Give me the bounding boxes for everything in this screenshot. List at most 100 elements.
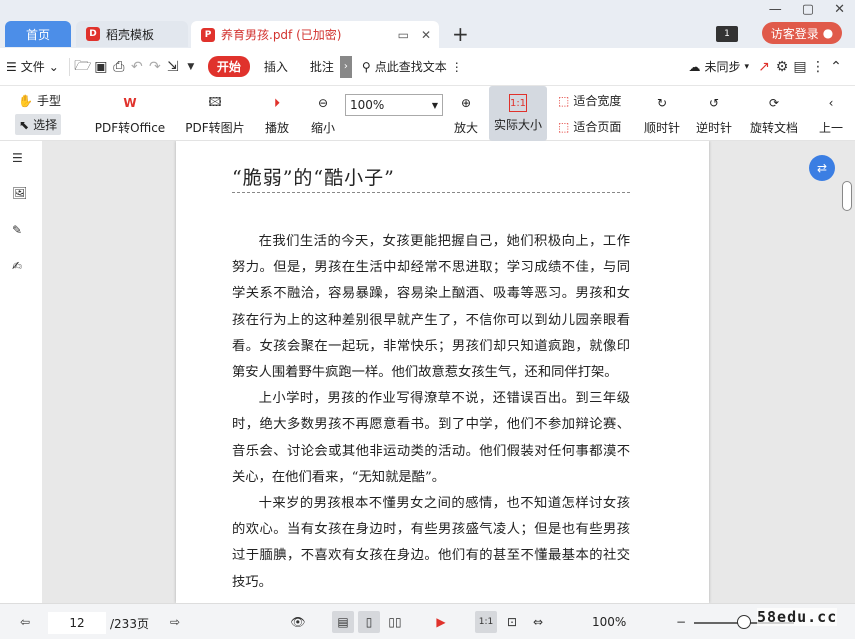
tab-document[interactable]: P 养育男孩.pdf (已加密) ▭ ✕ — [191, 21, 439, 48]
tab-insert-label: 插入 — [263, 60, 288, 74]
cursor-icon: ⬉ — [19, 117, 30, 132]
fit-page-icon[interactable]: ⊡ — [501, 611, 523, 633]
next-page-icon[interactable]: ⇨ — [164, 611, 186, 633]
paragraph: 上小学时，男孩的作业写得潦草不说，还错误百出。到三年级时，绝大多数男孩不再愿意看… — [232, 391, 630, 485]
fit-page-icon: ⬚ — [558, 119, 570, 134]
annotation-icon[interactable]: ✎ — [12, 223, 30, 241]
pdf-to-office-button[interactable]: W PDF转Office — [90, 86, 170, 141]
fit-width-icon: ⬚ — [558, 93, 570, 108]
share-icon[interactable]: ↗ — [755, 58, 773, 76]
settings-icon[interactable]: ⚙ — [773, 58, 791, 76]
tab-insert[interactable]: 插入 — [258, 48, 294, 86]
hand-icon: ✋ — [18, 93, 33, 108]
paragraph: 在我们生活的今天，女孩更能把握自己，她们积极向上，工作努力。但是，男孩在生活中却… — [232, 234, 630, 381]
document-viewport[interactable]: “脆弱”的“酷小子” 在我们生活的今天，女孩更能把握自己，她们积极向上，工作努力… — [42, 141, 855, 603]
rotate-counterclockwise-icon: ↺ — [708, 96, 720, 110]
tab-annotate[interactable]: 批注 — [304, 48, 340, 86]
redo-icon[interactable]: ↷ — [146, 58, 164, 76]
play-icon[interactable]: ▶ — [430, 611, 452, 633]
user-avatar-icon: ● — [822, 26, 834, 40]
total-pages: /233页 — [110, 617, 149, 631]
search-label: 点此查找文本 — [374, 60, 447, 74]
watermark: 58edu.cc — [757, 608, 838, 626]
zoom-out-icon[interactable]: − — [670, 611, 692, 633]
new-tab-button[interactable]: + — [452, 22, 469, 46]
zoom-value: 100% — [350, 98, 385, 112]
print-icon[interactable]: ⎙ — [110, 58, 128, 76]
zoom-in-icon: ⊕ — [460, 96, 472, 110]
chevron-left-icon: ‹ — [828, 96, 834, 110]
collapse-ribbon-icon[interactable]: ⌃ — [827, 58, 845, 76]
floating-tool-icon[interactable]: ⇄ — [809, 155, 835, 181]
zoom-in-button[interactable]: ⊕ 放大 — [450, 86, 482, 141]
minimize-icon[interactable]: — — [769, 2, 782, 17]
actual-size-button[interactable]: 1:1 实际大小 — [489, 86, 547, 141]
file-menu[interactable]: ☰ 文件 ⌄ — [0, 48, 65, 86]
save-icon[interactable]: ▣ — [92, 58, 110, 76]
rotate-document-button[interactable]: ⟳ 旋转文档 — [746, 86, 802, 141]
play-button[interactable]: ⏵ 播放 — [260, 86, 294, 141]
cloud-icon: ☁ — [688, 59, 701, 74]
zoom-select[interactable]: 100% ▼ — [345, 94, 443, 116]
file-menu-label: 文件 — [20, 60, 45, 74]
fit-width-button[interactable]: ⬚ 适合宽度 — [558, 92, 621, 109]
previous-page-icon[interactable]: ⇦ — [14, 611, 36, 633]
tab-home-label: 首页 — [25, 27, 50, 42]
more-dropdown-icon[interactable]: ▼ — [182, 58, 200, 76]
more-icon[interactable]: ⋮ — [451, 60, 463, 74]
zoom-in-label: 放大 — [453, 121, 478, 135]
screen-icon[interactable]: ▭ — [398, 28, 409, 42]
actual-size-icon[interactable]: 1:1 — [475, 611, 497, 633]
maximize-icon[interactable]: ▢ — [802, 2, 814, 17]
page-count-badge[interactable]: 1 — [716, 26, 738, 42]
zoom-out-button[interactable]: ⊖ 缩小 — [305, 86, 341, 141]
zoom-percent: 100% — [592, 615, 627, 629]
previous-page-button[interactable]: ‹ 上一 — [816, 86, 846, 141]
window-controls: — ▢ ✕ — [769, 0, 845, 18]
undo-icon[interactable]: ↶ — [128, 58, 146, 76]
thumbnail-icon[interactable]: 🖼 — [12, 186, 30, 204]
pdf-file-icon: P — [201, 27, 215, 42]
login-button[interactable]: 访客登录 ● — [762, 22, 842, 44]
two-page-view-icon[interactable]: ▯▯ — [384, 611, 406, 633]
title-bar: 首页 D 稻壳模板 P 养育男孩.pdf (已加密) ▭ ✕ + 1 访客登录 … — [0, 0, 855, 48]
rotate-doc-label: 旋转文档 — [749, 121, 798, 135]
signature-icon[interactable]: ✍ — [12, 259, 30, 277]
page-title: “脆弱”的“酷小子” — [232, 167, 395, 189]
rotate-counterclockwise-button[interactable]: ↺ 逆时针 — [694, 86, 734, 141]
open-folder-icon[interactable]: 🗁 — [74, 58, 92, 76]
actual-size-label: 实际大小 — [493, 118, 542, 132]
zoom-slider-handle[interactable] — [737, 615, 751, 629]
hand-tool[interactable]: ✋ 手型 — [18, 92, 61, 109]
fit-width-label: 适合宽度 — [573, 94, 622, 108]
vertical-scrollbar[interactable] — [842, 181, 852, 211]
rotate-clockwise-button[interactable]: ↻ 顺时针 — [642, 86, 682, 141]
export-icon[interactable]: ⇲ — [164, 58, 182, 76]
ribbon-scroll-icon[interactable]: › — [339, 55, 352, 78]
select-tool[interactable]: ⬉ 选择 — [15, 114, 62, 135]
single-page-view-icon[interactable]: ▤ — [332, 611, 354, 633]
left-sidebar: ☰ 🖼 ✎ ✍ — [0, 141, 42, 603]
select-label: 选择 — [33, 118, 58, 132]
fit-page-button[interactable]: ⬚ 适合页面 — [558, 118, 621, 135]
tab-start[interactable]: 开始 — [207, 56, 250, 77]
continuous-view-icon[interactable]: ▯ — [358, 611, 380, 633]
fit-width-icon[interactable]: ⇔ — [527, 611, 549, 633]
tab-home[interactable]: 首页 — [5, 21, 71, 47]
close-tab-icon[interactable]: ✕ — [421, 28, 431, 42]
close-icon[interactable]: ✕ — [834, 2, 845, 17]
page-number-input[interactable]: 12 — [48, 612, 106, 634]
zoom-out-label: 缩小 — [310, 121, 335, 135]
chevron-down-icon: ▼ — [431, 100, 438, 110]
pdf-to-image-button[interactable]: 🖾 PDF转图片 — [183, 86, 247, 141]
tab-document-label: 养育男孩.pdf (已加密) — [221, 28, 342, 42]
outline-icon[interactable]: ☰ — [12, 151, 30, 169]
sync-status[interactable]: ☁ 未同步 ▾ — [682, 48, 755, 86]
search-box[interactable]: ⚲ 点此查找文本 ⋮ — [356, 48, 469, 86]
menu-more-icon[interactable]: ⋮ — [809, 58, 827, 76]
eye-icon[interactable]: 👁 — [287, 611, 309, 633]
tab-template[interactable]: D 稻壳模板 — [76, 21, 188, 47]
pdf-to-image-label: PDF转图片 — [185, 121, 245, 135]
comment-icon[interactable]: ▤ — [791, 58, 809, 76]
menu-bar: ☰ 文件 ⌄ 🗁 ▣ ⎙ ↶ ↷ ⇲ ▼ 开始 插入 批注 › ⚲ 点此查找文本… — [0, 48, 855, 86]
